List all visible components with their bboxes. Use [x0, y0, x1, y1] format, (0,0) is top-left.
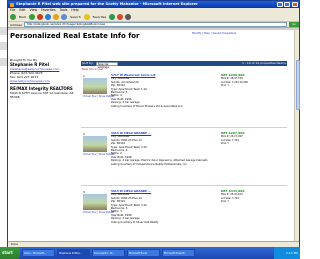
maximize-button[interactable]	[284, 2, 290, 7]
back-icon[interactable]	[10, 14, 16, 20]
agent-website-link[interactable]: www.sellyourhouseaz.com	[10, 79, 84, 83]
listing-price-block: NET $434,900 MLS #: 25-47-013 Lot Size: …	[221, 189, 285, 204]
listing-photo[interactable]	[83, 78, 107, 94]
listing-links[interactable]: Virtual Tour | Show Details	[83, 153, 114, 156]
listing-panel: Sort by: Special Listings 1 - 10 of 14 p…	[81, 61, 287, 241]
favorites-label[interactable]: Favorites	[92, 14, 108, 20]
menu-favorites[interactable]: Favorites	[41, 8, 55, 13]
stop-icon[interactable]	[37, 14, 44, 20]
menu-file[interactable]: File	[10, 8, 15, 13]
listing-links[interactable]: Virtual Tour | Show Details	[83, 211, 114, 214]
taskbar-button[interactable]: Microsoft Excel	[127, 249, 160, 257]
listing-price-block: NET $299,900 MLS #: 25-47-318 Lot Size: …	[221, 73, 285, 88]
taskbar-button-active[interactable]: Stephanie R Pitel...	[57, 249, 90, 257]
home-icon[interactable]	[53, 14, 60, 20]
listing-photo[interactable]	[83, 194, 107, 210]
close-button[interactable]	[292, 2, 298, 7]
listing-pool: Pool: Y	[221, 142, 229, 146]
toolbar: Back Search Favorites	[8, 13, 299, 22]
address-input[interactable]: http://listingbook.ne/Index.cfm?page=lis…	[23, 22, 287, 27]
start-button[interactable]: start	[0, 247, 20, 259]
address-bar: Address http://listingbook.ne/Index.cfm?…	[8, 22, 299, 28]
taskbar-button[interactable]: Inbox - Microsoft...	[22, 249, 55, 257]
modify-links[interactable]: Modify | Map | Saved Properties	[192, 32, 236, 35]
window-title: Stephanie R Pitel web site prepared for …	[16, 2, 198, 6]
listing-pool: Pool: Y	[221, 84, 229, 88]
go-button[interactable]: Go	[289, 22, 299, 27]
refresh-icon[interactable]	[45, 14, 52, 20]
listing-card[interactable]: 1 Virtual Tour | Show Details 5717 W Wes…	[81, 72, 287, 128]
agent-address: 5944 N 67TH Avenue STE 1A Glendale, AZ 8…	[10, 91, 74, 99]
minimize-button[interactable]	[277, 2, 283, 7]
search-icon[interactable]	[61, 14, 68, 20]
listing-courtesy: Listing Courtesy of Independence Realty …	[111, 162, 188, 166]
listing-info: 5915 W CIELO GRANDE ... City: Glendale S…	[111, 189, 211, 224]
web-page: Personalized Real Estate Info for Modify…	[8, 30, 299, 241]
listing-info: 5717 W Westcrest Circle L.B City: Glenda…	[111, 73, 211, 108]
forward-icon[interactable]	[29, 14, 36, 20]
agent-info: Stephanie R Pitel stephanie@sellyourhous…	[10, 63, 84, 100]
listing-card[interactable]: 2 Virtual Tour | Show Details 5915 W CIE…	[81, 130, 287, 186]
scrollbar-thumb[interactable]	[295, 60, 300, 110]
title-bar: Stephanie R Pitel web site prepared for …	[8, 1, 299, 8]
ie-icon	[10, 2, 14, 7]
sort-select[interactable]: Special Listings	[95, 61, 118, 68]
system-tray-clock[interactable]: 2:14 PM	[274, 247, 300, 259]
menu-help[interactable]: Help	[71, 8, 78, 13]
back-label[interactable]: Back	[18, 14, 27, 20]
search-label[interactable]: Search	[69, 14, 81, 20]
menu-view[interactable]: View	[30, 8, 38, 13]
history-icon[interactable]	[109, 14, 116, 20]
listing-courtesy: Listing Courtesy of Silver Oak Realty	[111, 220, 159, 224]
listing-courtesy: Listing Courtesy of Manor Brokers Ltd & …	[111, 104, 183, 108]
browser-window: Stephanie R Pitel web site prepared for …	[7, 0, 300, 259]
listing-card[interactable]: 3 Virtual Tour | Show Details 5915 W CIE…	[81, 188, 287, 241]
menu-tools[interactable]: Tools	[60, 8, 68, 13]
favorites-icon[interactable]	[83, 14, 90, 20]
taskbar-button[interactable]: Microsoft PowerP...	[162, 249, 195, 257]
taskbar-button[interactable]: Document1 - M...	[92, 249, 125, 257]
listing-info: 5915 W CIELO GRANDE ... City: Glendale S…	[111, 131, 211, 166]
listing-links[interactable]: Virtual Tour | Show Details	[83, 95, 114, 98]
listing-pool: Pool: Y	[221, 200, 229, 204]
listing-price-block: NET $297,000 MLS #: 25-27-067 Lot Size: …	[221, 131, 285, 146]
menu-edit[interactable]: Edit	[19, 8, 25, 13]
vertical-scrollbar[interactable]	[294, 30, 300, 241]
address-label: Address	[10, 22, 22, 27]
mail-icon[interactable]	[117, 14, 124, 20]
listing-photo[interactable]	[83, 136, 107, 152]
sort-label: Sort by:	[82, 61, 94, 65]
print-icon[interactable]	[125, 14, 132, 20]
page-title: Personalized Real Estate Info for	[10, 32, 140, 40]
taskbar: start Inbox - Microsoft... Stephanie R P…	[0, 247, 300, 259]
result-count[interactable]: 1 - 10 of 14 properties Next ▸	[242, 61, 287, 66]
status-text: Done	[11, 243, 18, 246]
